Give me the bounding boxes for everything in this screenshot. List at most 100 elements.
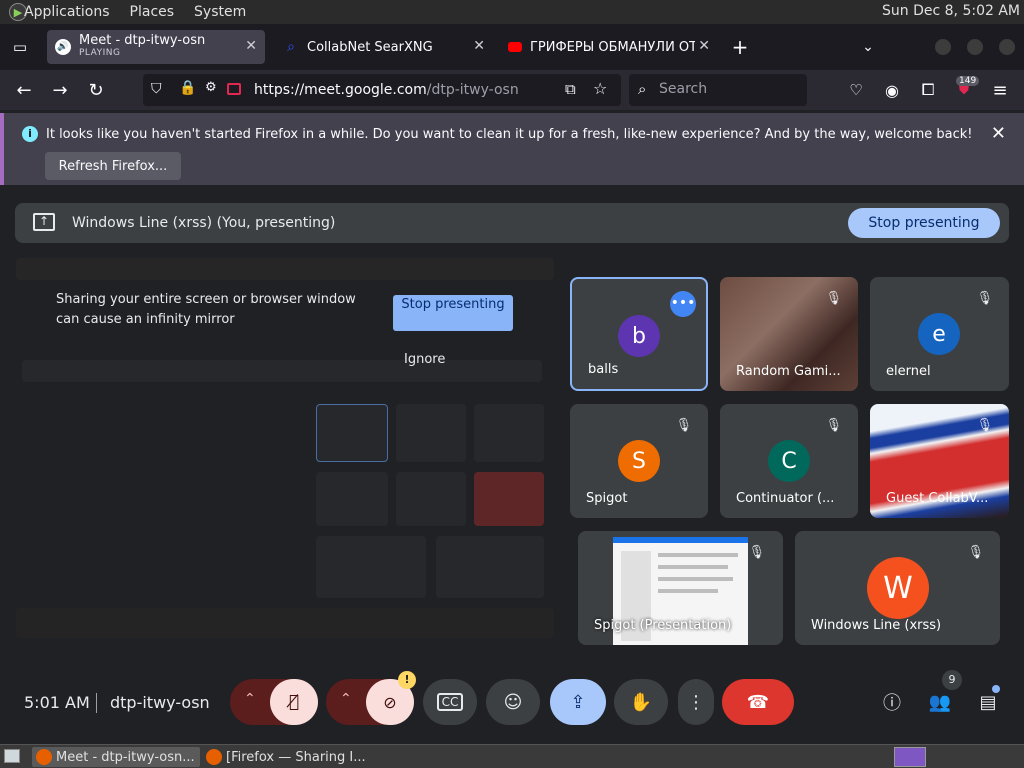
tab-meet[interactable]: 🔊 Meet - dtp-itwy-osn PLAYING ✕: [47, 30, 265, 64]
applications-menu[interactable]: Applications: [24, 4, 110, 20]
back-arrow-icon[interactable]: ←: [12, 78, 36, 102]
participant-tile[interactable]: b ••• balls: [570, 277, 708, 391]
mic-off-icon: 🎙: [976, 291, 993, 306]
close-icon[interactable]: ✕: [991, 123, 1006, 144]
avatar: S: [618, 440, 660, 482]
present-screen-icon: ⇪: [570, 691, 586, 713]
participant-name: Random Gami...: [736, 364, 841, 379]
presenting-bar: ↑ Windows Line (xrss) (You, presenting) …: [15, 203, 1009, 243]
raise-hand-icon: ✋: [629, 691, 653, 713]
tab-searxng[interactable]: ⌕ CollabNet SearXNG ✕: [275, 30, 493, 64]
avatar: C: [768, 440, 810, 482]
more-vertical-icon: ⋮: [687, 691, 705, 713]
chat-icon: ▤: [979, 691, 997, 713]
avatar-initial: S: [632, 448, 646, 474]
reload-icon[interactable]: ↻: [84, 78, 108, 102]
camera-options-chevron-up-icon[interactable]: ⌃: [340, 691, 352, 707]
presentation-line: [658, 553, 738, 557]
participant-tile[interactable]: 🎙 Guest CollabV...: [870, 404, 1009, 518]
people-icon: 👥: [928, 691, 952, 713]
participant-name: elernel: [886, 364, 931, 379]
os-clock[interactable]: Sun Dec 8, 5:02 AM: [882, 3, 1020, 19]
taskbar-item-meet[interactable]: Meet - dtp-itwy-osn...: [32, 747, 200, 767]
search-placeholder: Search: [659, 81, 708, 97]
tab-youtube-title: ГРИФЕРЫ ОБМАНУЛИ ОТ: [530, 39, 695, 55]
participant-tile[interactable]: 🎙 Random Gami...: [720, 277, 858, 391]
avatar-initial: W: [883, 570, 913, 606]
mirror-ghost: [316, 536, 426, 598]
system-menu[interactable]: System: [194, 4, 246, 20]
screen-sharing-icon[interactable]: [227, 83, 241, 95]
chat-notification-dot: [992, 685, 1000, 693]
taskbar-item-label: [Firefox — Sharing I...: [226, 749, 366, 765]
window-minimize-button[interactable]: [935, 39, 951, 55]
window-maximize-button[interactable]: [967, 39, 983, 55]
mic-off-icon: 🎙: [675, 418, 692, 433]
participant-tile[interactable]: 🎙 Spigot (Presentation): [578, 531, 783, 645]
tab-close-icon[interactable]: ✕: [245, 38, 257, 54]
meeting-code: dtp-itwy-osn: [110, 693, 210, 712]
infinity-mirror-preview: Sharing your entire screen or browser wi…: [16, 258, 554, 662]
url-bar[interactable]: ⛉ 🔒 ⚙ https://meet.google.com/dtp-itwy-o…: [143, 74, 621, 106]
more-options-button[interactable]: ⋮: [678, 679, 714, 725]
present-screen-icon: ↑: [33, 213, 55, 231]
participant-tile[interactable]: W 🎙 Windows Line (xrss): [795, 531, 1000, 645]
participant-tile[interactable]: S 🎙 Spigot: [570, 404, 708, 518]
url-path: /dtp-itwy-osn: [426, 82, 519, 98]
mic-off-button[interactable]: 🎙̸: [270, 679, 318, 725]
hamburger-menu-icon[interactable]: ≡: [988, 78, 1012, 102]
audio-playing-icon[interactable]: 🔊: [55, 39, 71, 55]
account-icon[interactable]: ◉: [880, 78, 904, 102]
os-taskbar: Meet - dtp-itwy-osn... [Firefox — Sharin…: [0, 744, 1024, 768]
tab-overflow-chevron-down-icon[interactable]: ⌄: [856, 35, 880, 59]
more-options-icon[interactable]: •••: [670, 291, 696, 317]
camera-alert-badge: !: [398, 671, 416, 689]
mirror-ghost: [16, 258, 554, 280]
url-text[interactable]: https://meet.google.com/dtp-itwy-osn: [254, 82, 519, 98]
mirror-ghost: [396, 404, 466, 462]
reactions-button[interactable]: ☺: [486, 679, 540, 725]
chat-button[interactable]: ▤: [968, 682, 1008, 722]
window-close-button[interactable]: [999, 39, 1015, 55]
places-menu[interactable]: Places: [130, 4, 175, 20]
avatar-initial: b: [632, 323, 646, 349]
search-icon: ⌕: [638, 80, 647, 98]
tab-list-icon[interactable]: ▭: [8, 35, 32, 59]
refresh-firefox-button[interactable]: Refresh Firefox...: [45, 152, 181, 180]
meet-clock: 5:01 AM: [24, 693, 90, 712]
shield-icon[interactable]: ⛉: [151, 81, 162, 97]
search-favicon-icon: ⌕: [287, 39, 295, 55]
ignore-button[interactable]: Ignore: [404, 352, 445, 367]
participant-tile[interactable]: C 🎙 Continuator (...: [720, 404, 858, 518]
bookmark-star-icon[interactable]: ☆: [593, 79, 607, 98]
mic-off-icon: 🎙: [976, 418, 993, 433]
tab-youtube[interactable]: ГРИФЕРЫ ОБМАНУЛИ ОТ ✕: [500, 30, 718, 64]
taskbar-item-sharing[interactable]: [Firefox — Sharing I...: [202, 747, 372, 767]
raise-hand-button[interactable]: ✋: [614, 679, 668, 725]
show-desktop-icon[interactable]: [4, 749, 20, 763]
forward-arrow-icon[interactable]: →: [48, 78, 72, 102]
extensions-icon[interactable]: ⧠: [916, 78, 940, 102]
mic-options-chevron-up-icon[interactable]: ⌃: [244, 691, 256, 707]
tab-close-icon[interactable]: ✕: [698, 38, 710, 54]
search-input[interactable]: ⌕ Search: [629, 74, 807, 106]
workspace-switcher[interactable]: [894, 747, 926, 767]
permissions-icon[interactable]: ⚙: [205, 80, 217, 95]
participant-tile[interactable]: e 🎙 elernel: [870, 277, 1009, 391]
present-now-button[interactable]: ⇪: [550, 679, 606, 725]
mirror-stop-presenting-button[interactable]: Stop presenting: [393, 295, 513, 331]
lock-icon[interactable]: 🔒: [179, 80, 196, 96]
leave-call-button[interactable]: ☎: [722, 679, 794, 725]
avatar: W: [867, 557, 929, 619]
stop-presenting-button[interactable]: Stop presenting: [848, 208, 1000, 238]
avatar: b: [618, 315, 660, 357]
captions-button[interactable]: CC: [423, 679, 477, 725]
camera-off-icon: ⊘: [383, 692, 397, 712]
meeting-details-button[interactable]: ⓘ: [872, 682, 912, 722]
translate-icon[interactable]: ⧉: [565, 80, 576, 98]
new-tab-button[interactable]: +: [728, 35, 752, 59]
pocket-icon[interactable]: ♡: [844, 78, 868, 102]
tab-close-icon[interactable]: ✕: [473, 38, 485, 54]
people-count-badge: 9: [942, 670, 962, 690]
mirror-ghost: [436, 536, 544, 598]
